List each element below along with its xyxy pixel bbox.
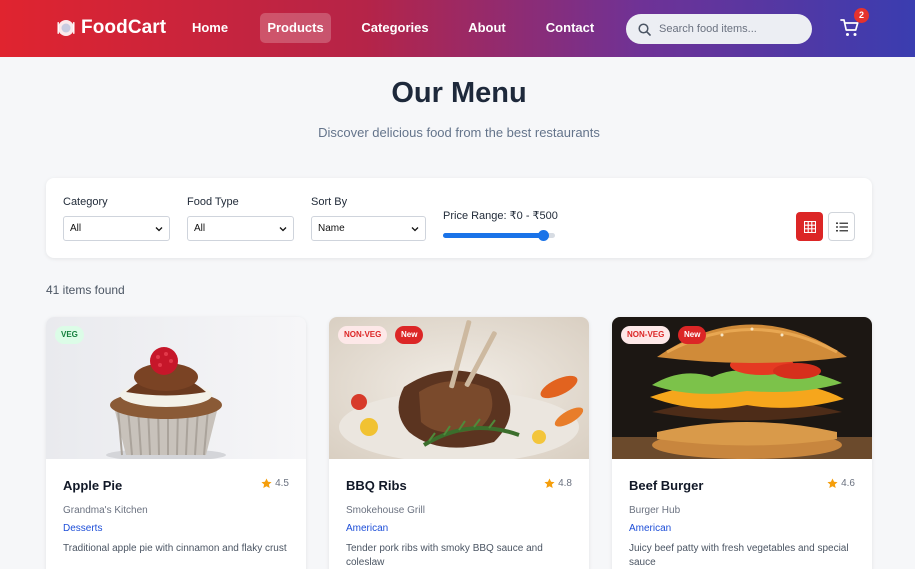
restaurant-name: Smokehouse Grill	[346, 505, 425, 516]
search-bar[interactable]	[626, 14, 812, 44]
food-type-value: All	[194, 223, 206, 234]
chevron-down-icon	[155, 226, 163, 231]
star-icon	[544, 478, 555, 488]
sort-by-select[interactable]: Name	[311, 216, 426, 241]
nav-link-contact[interactable]: Contact	[543, 13, 597, 43]
chevron-down-icon	[411, 226, 419, 231]
product-category[interactable]: American	[629, 523, 671, 534]
rating-value: 4.6	[841, 478, 855, 489]
product-card-bbq-ribs[interactable]: NON-VEG New BBQ Ribs 4.8 Smokehouse Gril…	[329, 317, 589, 569]
food-type-label: Food Type	[187, 196, 239, 208]
nav-link-about[interactable]: About	[465, 13, 509, 43]
page-title: Our Menu	[391, 77, 527, 109]
category-label: Category	[63, 196, 108, 208]
price-range-slider[interactable]	[443, 230, 555, 241]
sort-by-value: Name	[318, 223, 345, 234]
list-icon	[835, 221, 848, 232]
nav-link-categories[interactable]: Categories	[360, 13, 430, 43]
category-value: All	[70, 223, 82, 234]
product-description: Tender pork ribs with smoky BBQ sauce an…	[346, 543, 543, 568]
veg-badge: VEG	[55, 326, 84, 344]
star-icon	[261, 478, 272, 488]
category-select[interactable]: All	[63, 216, 170, 241]
restaurant-name: Burger Hub	[629, 505, 681, 516]
product-category[interactable]: American	[346, 523, 388, 534]
star-icon	[827, 478, 838, 488]
product-card-apple-pie[interactable]: VEG Apple Pie 4.5 Grandma's Kitchen Dess…	[46, 317, 306, 569]
grid-view-button[interactable]	[796, 212, 823, 241]
plate-icon	[57, 20, 75, 36]
navbar: FoodCart Home Products Categories About …	[0, 0, 915, 57]
brand-name: FoodCart	[81, 17, 167, 38]
price-range-label: Price Range: ₹0 - ₹500	[443, 210, 558, 222]
product-rating: 4.5	[261, 478, 289, 489]
grid-icon	[803, 220, 816, 233]
product-card-beef-burger[interactable]: NON-VEG New Beef Burger 4.6 Burger Hub A…	[612, 317, 872, 569]
page-subtitle: Discover delicious food from the best re…	[318, 125, 600, 140]
product-description: Juicy beef patty with fresh vegetables a…	[629, 543, 849, 568]
product-rating: 4.8	[544, 478, 572, 489]
product-description: Traditional apple pie with cinnamon and …	[63, 543, 287, 554]
non-veg-badge: NON-VEG	[338, 326, 388, 344]
search-icon	[638, 22, 651, 36]
non-veg-badge: NON-VEG	[621, 326, 671, 344]
price-range-fill	[443, 233, 544, 238]
brand[interactable]: FoodCart	[57, 17, 166, 39]
product-title[interactable]: BBQ Ribs	[346, 478, 407, 493]
rating-value: 4.5	[275, 478, 289, 489]
product-image	[46, 317, 306, 459]
search-input[interactable]	[659, 23, 799, 35]
nav-link-home[interactable]: Home	[186, 13, 234, 43]
food-type-select[interactable]: All	[187, 216, 294, 241]
chevron-down-icon	[279, 226, 287, 231]
restaurant-name: Grandma's Kitchen	[63, 505, 148, 516]
product-rating: 4.6	[827, 478, 855, 489]
product-title[interactable]: Apple Pie	[63, 478, 122, 493]
filter-panel: Category All Food Type All Sort By Name …	[46, 178, 872, 258]
list-view-button[interactable]	[828, 212, 855, 241]
nav-link-products[interactable]: Products	[260, 13, 331, 43]
new-badge: New	[678, 326, 707, 344]
product-title[interactable]: Beef Burger	[629, 478, 703, 493]
price-range-thumb[interactable]	[538, 230, 550, 241]
cart-count-badge: 2	[854, 8, 869, 23]
product-category[interactable]: Desserts	[63, 523, 102, 534]
rating-value: 4.8	[558, 478, 572, 489]
sort-by-label: Sort By	[311, 196, 348, 208]
results-count: 41 items found	[46, 283, 125, 297]
new-badge: New	[395, 326, 424, 344]
